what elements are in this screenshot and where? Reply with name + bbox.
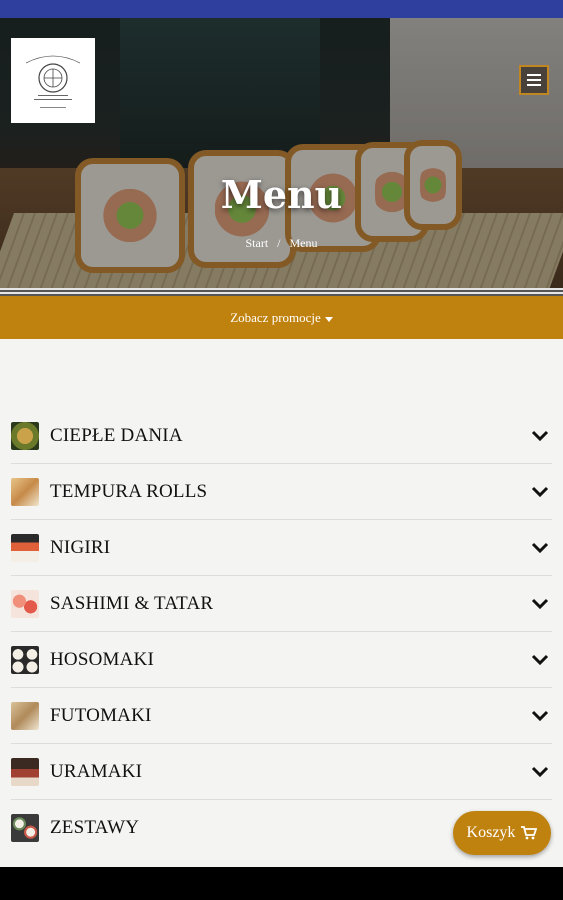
sets-thumb (11, 814, 39, 842)
hamburger-menu-button[interactable] (519, 65, 549, 95)
category-label: FUTOMAKI (50, 704, 152, 726)
breadcrumb-home-link[interactable]: Start (245, 236, 268, 250)
breadcrumb: Start / Menu (0, 236, 563, 251)
shopping-cart-icon (521, 826, 538, 840)
breadcrumb-current: Menu (289, 236, 318, 250)
logo-emblem-icon (25, 55, 81, 108)
chevron-down-icon (531, 430, 549, 441)
category-label: CIEPŁE DANIA (50, 424, 183, 446)
nigiri-thumb (11, 533, 39, 562)
chevron-down-icon (531, 598, 549, 609)
hamburger-line (527, 84, 541, 86)
tempura-thumb (11, 477, 39, 506)
category-item[interactable]: FUTOMAKI (11, 688, 552, 744)
chevron-down-icon (531, 766, 549, 777)
category-item[interactable]: URAMAKI (11, 744, 552, 800)
category-label: URAMAKI (50, 760, 143, 782)
navigation-bar (0, 867, 563, 900)
chevron-down-icon (531, 710, 549, 721)
category-label: SASHIMI & TATAR (50, 592, 214, 614)
category-item[interactable]: HOSOMAKI (11, 632, 552, 688)
promotions-label: Zobacz promocje (230, 309, 321, 325)
category-item[interactable]: TEMPURA ROLLS (11, 464, 552, 520)
cart-label: Koszyk (466, 824, 516, 841)
breadcrumb-separator: / (277, 236, 281, 250)
status-bar (0, 0, 563, 18)
promotions-toggle[interactable]: Zobacz promocje (0, 296, 563, 339)
chevron-down-icon (531, 486, 549, 497)
cart-button[interactable]: Koszyk (453, 811, 551, 855)
category-label: TEMPURA ROLLS (50, 480, 208, 502)
futomaki-thumb (11, 701, 39, 730)
page-title: Menu (220, 172, 343, 217)
menu-categories: CIEPŁE DANIA TEMPURA ROLLS NIGIRI SASHIM… (0, 339, 563, 867)
warm-dishes-thumb (11, 421, 39, 450)
chevron-down-icon (531, 654, 549, 665)
category-item[interactable]: SASHIMI & TATAR (11, 576, 552, 632)
hamburger-line (527, 79, 541, 81)
category-item[interactable]: NIGIRI (11, 520, 552, 576)
chevron-down-icon (531, 542, 549, 553)
hamburger-line (527, 74, 541, 76)
restaurant-logo[interactable] (11, 38, 95, 123)
category-item[interactable]: CIEPŁE DANIA (11, 408, 552, 464)
uramaki-thumb (11, 757, 39, 786)
category-label: HOSOMAKI (50, 648, 154, 670)
category-label: NIGIRI (50, 536, 111, 558)
caret-down-icon (324, 317, 333, 322)
hosomaki-thumb (11, 645, 39, 674)
sashimi-thumb (11, 589, 39, 618)
decorative-divider (0, 288, 563, 296)
